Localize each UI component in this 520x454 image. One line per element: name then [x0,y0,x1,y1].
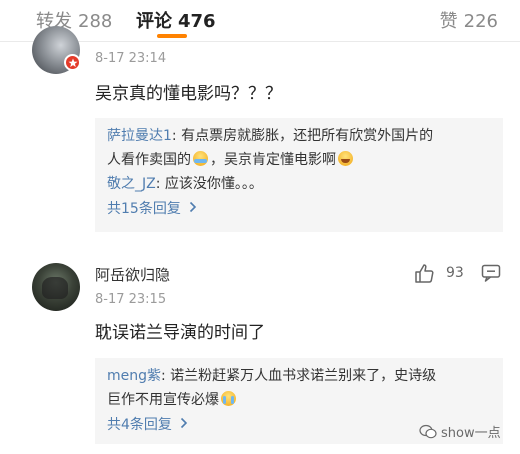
comment-time: 8-17 23:14 [95,51,167,66]
comment-content: 吴京真的懂电影吗？？？ [95,84,282,104]
verified-badge-icon [64,54,81,71]
more-replies-label: 共4条回复 [107,417,172,433]
reply-item-continued: 人看作卖国的 ，吴京肯定懂电影啊 [107,148,491,172]
reply-item-continued: 巨作不用宣传必爆 [107,388,491,412]
tears-emoji-icon [193,151,208,166]
tab-like-count: 226 [463,11,498,32]
reply-author[interactable]: meng紫 [107,368,161,384]
comment-username[interactable]: 阿岳欲归隐 [95,264,170,285]
reply-author[interactable]: 萨拉曼达1 [107,128,172,144]
reply-text: 巨作不用宣传必爆 [107,392,219,408]
reply-text: ，吴京肯定懂电影啊 [210,152,336,168]
wechat-icon [419,424,437,439]
reply-text: 人看作卖国的 [107,152,191,168]
tab-like[interactable]: 赞 226 [440,7,498,33]
reply-author[interactable]: 敬之_JZ [107,176,156,192]
tab-like-label: 赞 [439,11,458,32]
thumbs-up-icon[interactable] [413,262,435,288]
avatar[interactable] [32,263,80,311]
reply-item: 萨拉曼达1: 有点票房就膨胀，还把所有欣赏外国片的 [107,124,491,148]
reply-text: : 应该没你懂。。。 [155,176,263,192]
watermark: show一点 [419,422,501,441]
watermark-text: show一点 [441,426,501,441]
comment-content: 耽误诺兰导演的时间了 [95,323,265,343]
reply-text: : 有点票房就膨胀，还把所有欣赏外国片的 [171,128,434,144]
reply-item: 敬之_JZ: 应该没你懂。。。 [107,172,491,196]
comment-reply-icon[interactable] [481,264,501,286]
reply-text: : 诺兰粉赶紧万人血书求诺兰别来了，史诗级 [161,368,437,384]
more-replies-label: 共15条回复 [107,201,181,217]
tab-repost-count: 288 [78,11,113,32]
crying-emoji-icon [221,391,236,406]
laugh-emoji-icon [338,151,353,166]
comment-time: 8-17 23:15 [95,292,167,307]
like-count: 93 [446,265,464,281]
active-tab-indicator [157,34,187,38]
tab-comment[interactable]: 评论 476 [136,7,216,33]
comment-tabs: 转发 288 评论 476 赞 226 [0,0,520,42]
tab-comment-label: 评论 [136,11,172,32]
tab-comment-count: 476 [178,11,216,32]
reply-item: meng紫: 诺兰粉赶紧万人血书求诺兰别来了，史诗级 [107,364,491,388]
view-more-replies-link[interactable]: 共15条回复 [107,196,491,222]
reply-box: 萨拉曼达1: 有点票房就膨胀，还把所有欣赏外国片的 人看作卖国的 ，吴京肯定懂电影… [95,118,503,232]
chevron-right-icon [180,412,188,438]
chevron-right-icon [189,196,197,222]
